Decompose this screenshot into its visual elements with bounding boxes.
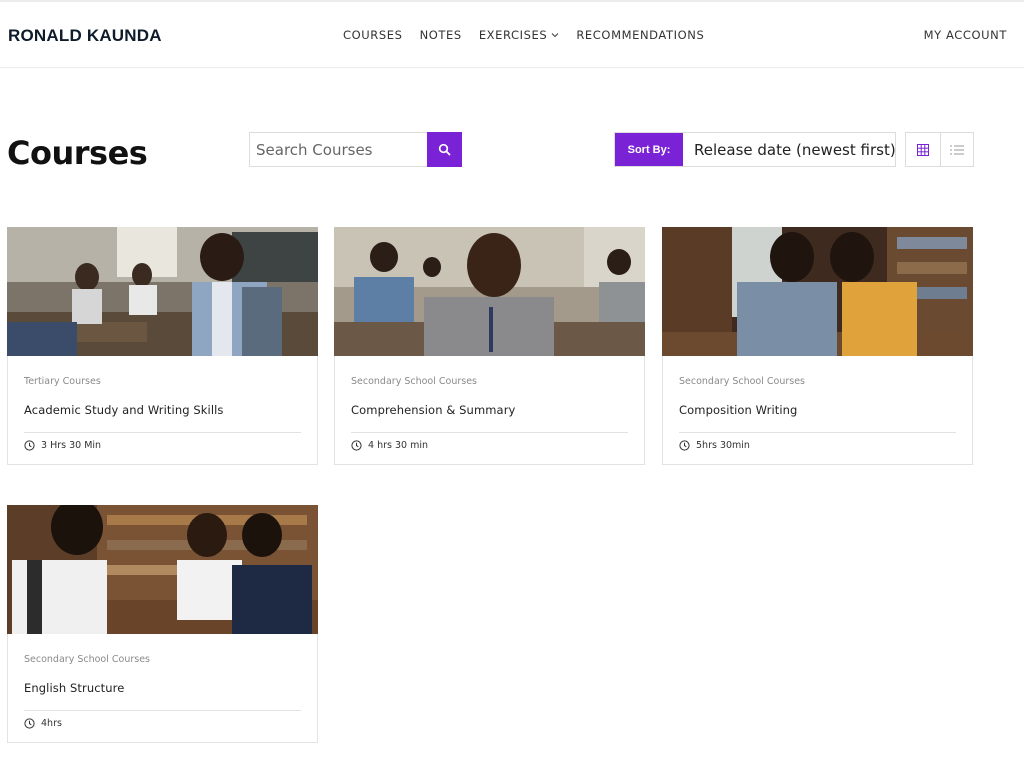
clock-icon xyxy=(24,718,35,729)
duration-text: 4 hrs 30 min xyxy=(368,440,428,451)
search-bar xyxy=(249,132,462,167)
course-category: Secondary School Courses xyxy=(24,654,151,665)
course-card[interactable]: Tertiary Courses Academic Study and Writ… xyxy=(7,227,318,465)
course-thumbnail[interactable] xyxy=(7,505,318,634)
course-title[interactable]: Academic Study and Writing Skills xyxy=(24,403,224,417)
list-icon xyxy=(949,145,964,154)
nav-item-exercises[interactable]: EXERCISES xyxy=(479,28,560,42)
course-duration: 3 Hrs 30 Min xyxy=(24,440,101,451)
sort-label: Sort By: xyxy=(615,133,683,166)
clock-icon xyxy=(24,440,35,451)
divider xyxy=(24,710,301,711)
chevron-down-icon xyxy=(551,33,559,38)
clock-icon xyxy=(679,440,690,451)
course-thumbnail[interactable] xyxy=(662,227,973,356)
duration-text: 4hrs xyxy=(41,718,62,729)
course-duration: 4hrs xyxy=(24,718,62,729)
duration-text: 5hrs 30min xyxy=(696,440,750,451)
my-account-link[interactable]: MY ACCOUNT xyxy=(924,28,1007,42)
course-category: Secondary School Courses xyxy=(679,376,806,387)
sort-control: Sort By: Release date (newest first) xyxy=(614,132,896,167)
course-card[interactable]: Secondary School Courses English Structu… xyxy=(7,505,318,743)
divider xyxy=(24,432,301,433)
grid-icon xyxy=(916,143,929,156)
nav-item-label: EXERCISES xyxy=(478,28,548,42)
course-card[interactable]: Secondary School Courses Composition Wri… xyxy=(662,227,973,465)
search-icon xyxy=(438,143,451,156)
course-title[interactable]: English Structure xyxy=(24,681,124,695)
search-input[interactable] xyxy=(249,132,427,167)
course-title[interactable]: Composition Writing xyxy=(679,403,797,417)
divider xyxy=(679,432,956,433)
course-card[interactable]: Secondary School Courses Comprehension &… xyxy=(334,227,645,465)
page-title: Courses xyxy=(7,134,148,172)
divider xyxy=(351,432,628,433)
duration-text: 3 Hrs 30 Min xyxy=(41,440,102,451)
nav-item-recommendations[interactable]: RECOMMENDATIONS xyxy=(576,28,704,42)
main-nav: COURSES NOTES EXERCISES RECOMMENDATIONS xyxy=(343,28,721,42)
nav-item-courses[interactable]: COURSES xyxy=(343,28,403,42)
nav-item-notes[interactable]: NOTES xyxy=(420,28,462,42)
search-button[interactable] xyxy=(427,132,462,167)
course-category: Secondary School Courses xyxy=(351,376,478,387)
site-header: RONALD KAUNDA COURSES NOTES EXERCISES RE… xyxy=(0,2,1024,68)
course-thumbnail[interactable] xyxy=(334,227,645,356)
course-category: Tertiary Courses xyxy=(24,376,101,387)
course-title[interactable]: Comprehension & Summary xyxy=(351,403,515,417)
view-toggle xyxy=(905,132,974,167)
nav-item-label: COURSES xyxy=(343,28,403,42)
nav-item-label: RECOMMENDATIONS xyxy=(576,28,705,42)
course-duration: 5hrs 30min xyxy=(679,440,750,451)
clock-icon xyxy=(351,440,362,451)
list-view-button[interactable] xyxy=(939,133,974,166)
course-duration: 4 hrs 30 min xyxy=(351,440,428,451)
grid-view-button[interactable] xyxy=(906,133,940,166)
sort-select[interactable]: Release date (newest first) xyxy=(683,133,895,166)
nav-item-label: NOTES xyxy=(419,28,462,42)
site-logo[interactable]: RONALD KAUNDA xyxy=(8,26,162,46)
course-thumbnail[interactable] xyxy=(7,227,318,356)
